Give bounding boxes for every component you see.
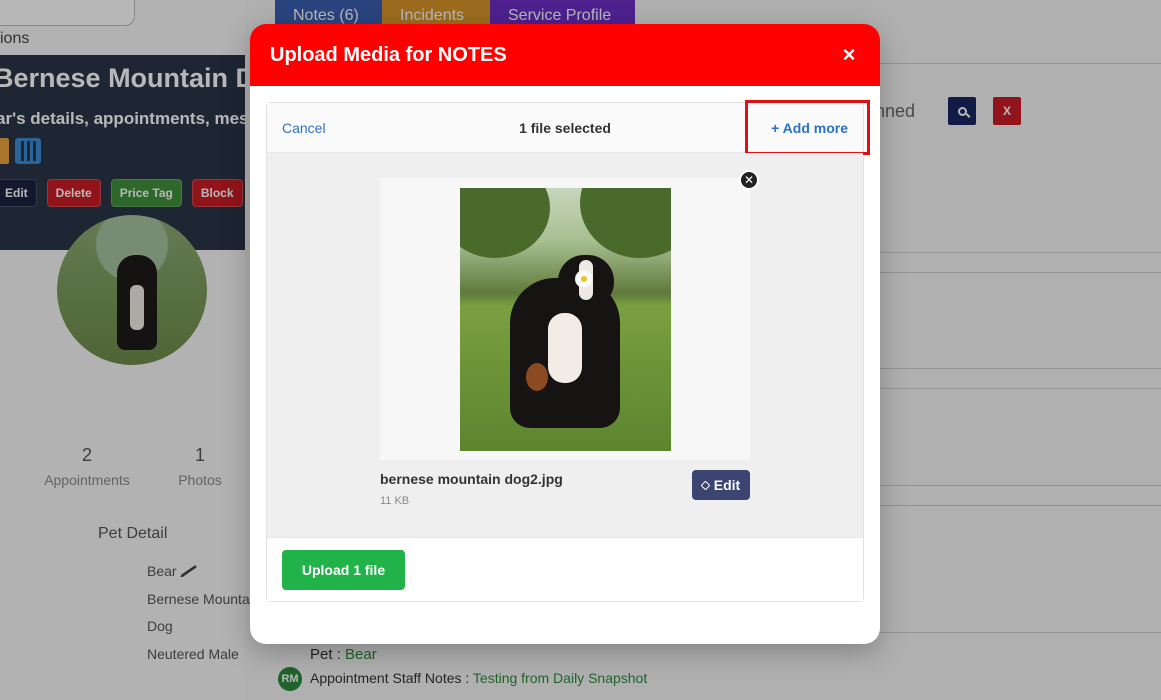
file-preview-card <box>380 178 750 460</box>
edit-file-button[interactable]: Edit <box>692 470 750 500</box>
add-more-highlight <box>745 100 870 155</box>
thumbnail-flower <box>577 272 591 286</box>
pencil-icon <box>700 480 711 490</box>
uploader-file-list: ✕ bernese mountain dog2.jpg 11 KB Edit <box>267 153 863 537</box>
thumbnail-dog-chest <box>548 313 582 383</box>
thumbnail-dog-marking <box>526 363 548 391</box>
file-name: bernese mountain dog2.jpg <box>380 471 563 487</box>
file-size: 11 KB <box>380 495 410 507</box>
edit-file-label: Edit <box>713 477 741 493</box>
thumbnail-tree <box>580 188 671 258</box>
uploader-footer: Upload 1 file <box>267 537 863 601</box>
file-thumbnail <box>460 188 671 451</box>
modal-close-button[interactable]: × <box>838 44 860 66</box>
modal-title: Upload Media for NOTES <box>270 43 507 66</box>
upload-media-modal: Upload Media for NOTES × Cancel 1 file s… <box>250 24 880 644</box>
file-uploader: Cancel 1 file selected + Add more ✕ bern… <box>266 100 870 602</box>
thumbnail-tree <box>460 188 550 258</box>
upload-button[interactable]: Upload 1 file <box>282 550 405 590</box>
uploader-topbar: Cancel 1 file selected + Add more <box>267 100 870 155</box>
remove-file-button[interactable]: ✕ <box>739 170 759 190</box>
cancel-button[interactable]: Cancel <box>282 120 326 136</box>
modal-header: Upload Media for NOTES × <box>250 24 880 86</box>
